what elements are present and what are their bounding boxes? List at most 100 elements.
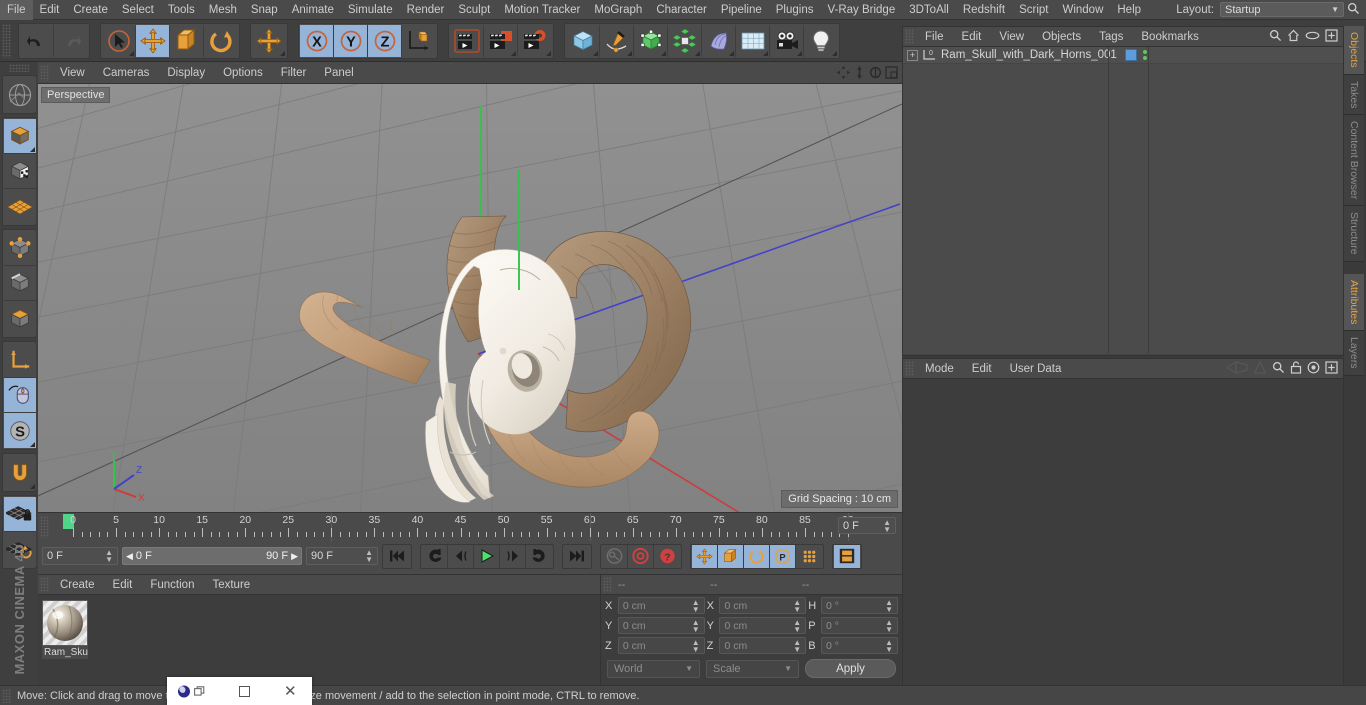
- menu-item-script[interactable]: Script: [1012, 0, 1055, 20]
- pan-icon[interactable]: [836, 65, 851, 81]
- menu-item-mesh[interactable]: Mesh: [202, 0, 244, 20]
- mograph-button[interactable]: [668, 24, 702, 57]
- prev-icon[interactable]: [1226, 360, 1248, 377]
- maximize-window-icon[interactable]: [239, 685, 250, 697]
- edges-mode-button[interactable]: [4, 266, 36, 301]
- deformer-button[interactable]: [702, 24, 736, 57]
- undo-button[interactable]: [20, 24, 54, 57]
- object-menu-item-file[interactable]: File: [916, 27, 953, 47]
- menu-item-select[interactable]: Select: [115, 0, 161, 20]
- coordinate-rotation-field[interactable]: 0 ° ▲ ▼: [821, 617, 898, 634]
- menu-item-sculpt[interactable]: Sculpt: [451, 0, 497, 20]
- spinner-icon[interactable]: ▲ ▼: [105, 549, 113, 564]
- coordinate-size-field[interactable]: 0 cm ▲ ▼: [719, 637, 807, 654]
- menu-item-animate[interactable]: Animate: [285, 0, 341, 20]
- key-parameter-button[interactable]: P: [770, 544, 796, 568]
- attribute-menu-item-edit[interactable]: Edit: [963, 359, 1001, 379]
- menu-item-tools[interactable]: Tools: [161, 0, 202, 20]
- spinner-icon[interactable]: ▲ ▼: [793, 638, 801, 653]
- expand-toggle[interactable]: +: [907, 49, 918, 61]
- menu-item-snap[interactable]: Snap: [244, 0, 285, 20]
- attribute-body[interactable]: [903, 379, 1343, 689]
- menu-item-plugins[interactable]: Plugins: [769, 0, 821, 20]
- object-visibility-dots[interactable]: [1143, 50, 1147, 60]
- coordinate-mode-select[interactable]: Scale ▼: [706, 659, 799, 678]
- autokeying-button[interactable]: [602, 544, 628, 568]
- workplane-lock-button[interactable]: [4, 497, 36, 532]
- world-coordinates-button[interactable]: [402, 24, 436, 57]
- spinner-icon[interactable]: ▲ ▼: [692, 598, 700, 613]
- spline-pen-button[interactable]: [600, 24, 634, 57]
- live-selection-button[interactable]: [102, 24, 136, 57]
- viewport-menu-item-options[interactable]: Options: [214, 62, 272, 84]
- material-menu-item-texture[interactable]: Texture: [203, 575, 259, 595]
- add-icon[interactable]: [1325, 360, 1338, 377]
- spinner-icon[interactable]: ▲ ▼: [885, 598, 893, 613]
- workplane-button[interactable]: [4, 189, 36, 224]
- menu-item-3dtoall[interactable]: 3DToAll: [902, 0, 956, 20]
- spinner-icon[interactable]: ▲ ▼: [692, 638, 700, 653]
- record-button[interactable]: [628, 544, 654, 568]
- apply-button[interactable]: Apply: [805, 659, 896, 678]
- coordinate-position-field[interactable]: 0 cm ▲ ▼: [617, 637, 705, 654]
- current-frame-field[interactable]: 0 F ▲ ▼: [838, 517, 896, 534]
- viewport-menu-item-display[interactable]: Display: [158, 62, 214, 84]
- menu-item-redshift[interactable]: Redshift: [956, 0, 1012, 20]
- menu-item-character[interactable]: Character: [649, 0, 714, 20]
- eye-icon[interactable]: [1305, 30, 1320, 44]
- coordinate-size-field[interactable]: 0 cm ▲ ▼: [719, 597, 807, 614]
- vertical-tab-layers[interactable]: Layers: [1344, 331, 1364, 376]
- close-window-icon[interactable]: ✕: [284, 684, 297, 699]
- menu-item-render[interactable]: Render: [400, 0, 452, 20]
- move-tool-button[interactable]: [136, 24, 170, 57]
- material-menu-item-function[interactable]: Function: [141, 575, 203, 595]
- preview-range-bar[interactable]: ◀ 0 F 90 F ▶: [122, 547, 302, 565]
- object-menu-item-bookmarks[interactable]: Bookmarks: [1132, 27, 1208, 47]
- layout-select[interactable]: Startup ▼: [1220, 2, 1344, 17]
- coordinate-position-field[interactable]: 0 cm ▲ ▼: [617, 617, 705, 634]
- points-mode-button[interactable]: [4, 231, 36, 266]
- range-right-arrow-icon[interactable]: ▶: [291, 551, 298, 562]
- key-rotation-button[interactable]: [744, 544, 770, 568]
- menu-item-edit[interactable]: Edit: [33, 0, 67, 20]
- scale-tool-button[interactable]: [170, 24, 204, 57]
- make-editable-button[interactable]: [4, 77, 36, 112]
- spinner-icon[interactable]: ▲ ▼: [883, 518, 891, 533]
- go-to-start-button[interactable]: [384, 544, 410, 568]
- key-scale-button[interactable]: [718, 544, 744, 568]
- rotate-tool-button[interactable]: [204, 24, 238, 57]
- orbit-icon[interactable]: [868, 65, 883, 81]
- polygons-mode-button[interactable]: [4, 301, 36, 336]
- light-button[interactable]: [804, 24, 838, 57]
- coordinates-grip[interactable]: [603, 577, 612, 592]
- key-position-button[interactable]: [692, 544, 718, 568]
- soft-selection-button[interactable]: S: [4, 413, 36, 448]
- coordinate-position-field[interactable]: 0 cm ▲ ▼: [617, 597, 705, 614]
- toolbar-grip[interactable]: [2, 23, 11, 58]
- coordinate-rotation-field[interactable]: 0 ° ▲ ▼: [821, 637, 898, 654]
- material-item[interactable]: Ram_Sku: [42, 600, 88, 659]
- next-keyframe-button[interactable]: [526, 544, 552, 568]
- render-settings-button[interactable]: [518, 24, 552, 57]
- menu-item-file[interactable]: File: [0, 0, 33, 20]
- axis-modify-button[interactable]: [4, 343, 36, 378]
- menu-item-pipeline[interactable]: Pipeline: [714, 0, 769, 20]
- range-left-arrow-icon[interactable]: ◀: [126, 551, 133, 562]
- material-menu-item-edit[interactable]: Edit: [104, 575, 142, 595]
- timeline-ruler[interactable]: 051015202530354045505560657075808590: [61, 513, 854, 541]
- frame-end-field[interactable]: 90 F ▲ ▼: [306, 547, 378, 565]
- attribute-menu-item-user-data[interactable]: User Data: [1001, 359, 1071, 379]
- search-icon[interactable]: [1269, 29, 1282, 45]
- object-menu-item-tags[interactable]: Tags: [1090, 27, 1132, 47]
- generator-button[interactable]: [634, 24, 668, 57]
- y-axis-lock-button[interactable]: Y: [334, 24, 368, 57]
- next-frame-button[interactable]: [500, 544, 526, 568]
- spinner-icon[interactable]: ▲ ▼: [692, 618, 700, 633]
- model-mode-button[interactable]: [4, 119, 36, 154]
- frame-start-field[interactable]: 0 F ▲ ▼: [42, 547, 118, 565]
- viewport-menu-item-filter[interactable]: Filter: [272, 62, 316, 84]
- maximize-viewport-icon[interactable]: [884, 65, 899, 81]
- key-pla-button[interactable]: [796, 544, 822, 568]
- material-menu-grip[interactable]: [40, 577, 49, 592]
- keyframe-selection-button[interactable]: ?: [654, 544, 680, 568]
